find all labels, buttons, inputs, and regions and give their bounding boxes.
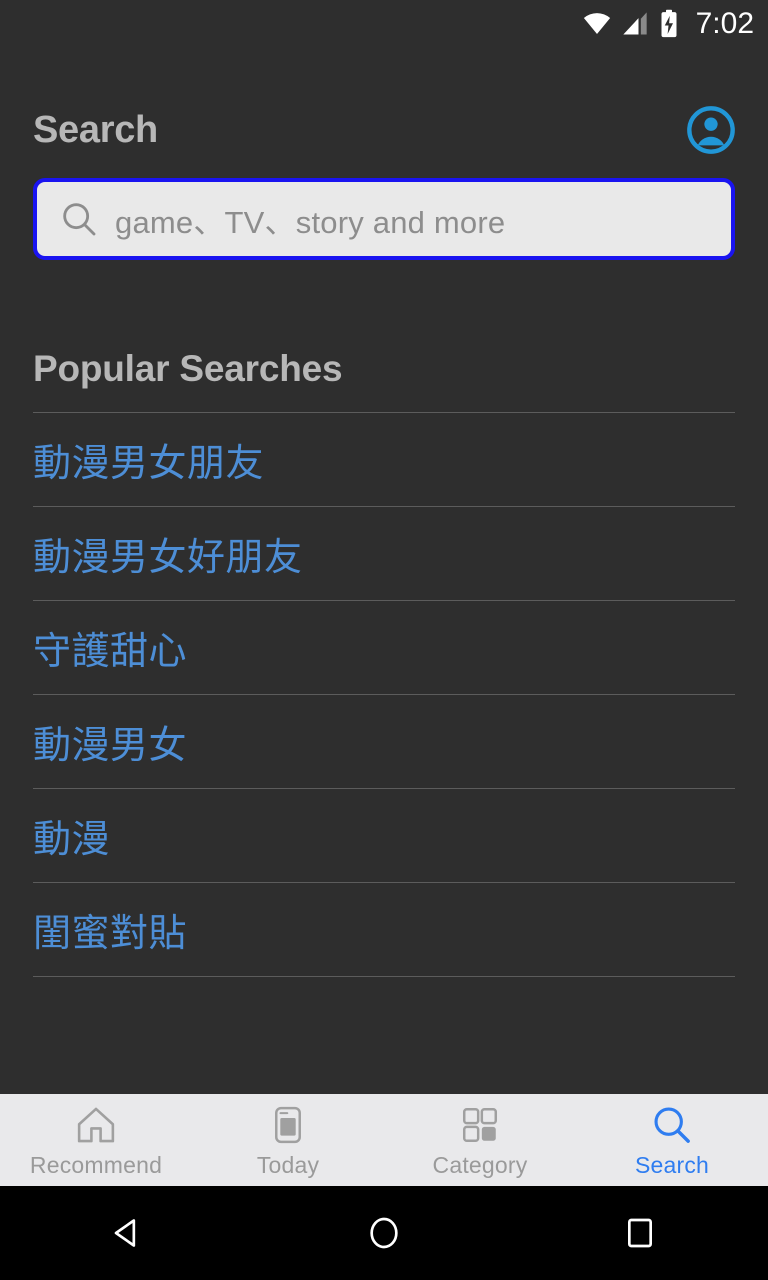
tab-label: Search	[634, 1151, 710, 1178]
popular-term: 閨蜜對貼	[33, 911, 188, 955]
recents-button[interactable]	[512, 1213, 768, 1253]
tab-recommend[interactable]: Recommend	[0, 1094, 192, 1186]
popular-term: 動漫男女好朋友	[33, 535, 303, 579]
list-item[interactable]: 動漫男女	[33, 695, 735, 788]
search-field-container: game、TV、story and more	[0, 178, 768, 260]
bottom-tab-bar: Recommend Today Category Search	[0, 1094, 768, 1186]
recents-square-icon	[627, 1218, 653, 1248]
account-circle-icon	[687, 106, 735, 154]
page-title: Search	[33, 108, 158, 151]
list-item[interactable]: 動漫男女朋友	[33, 413, 735, 506]
list-item[interactable]: 閨蜜對貼	[33, 883, 735, 976]
popular-term: 守護甜心	[33, 629, 188, 673]
status-bar-icons	[582, 9, 680, 39]
popular-term: 動漫男女	[33, 723, 188, 767]
tab-today[interactable]: Today	[192, 1094, 384, 1186]
back-triangle-icon	[114, 1219, 136, 1247]
home-button[interactable]	[256, 1213, 512, 1253]
tab-category[interactable]: Category	[384, 1094, 576, 1186]
back-button[interactable]	[0, 1213, 256, 1253]
popular-term: 動漫男女朋友	[33, 441, 265, 485]
tab-label: Recommend	[29, 1151, 163, 1178]
tab-search[interactable]: Search	[576, 1094, 768, 1186]
status-bar: 7:02	[0, 0, 768, 48]
search-icon	[63, 203, 96, 236]
search-input[interactable]: game、TV、story and more	[33, 178, 735, 260]
home-icon	[73, 1102, 119, 1148]
battery-charging-icon	[661, 9, 677, 38]
grid-squares-icon	[458, 1102, 502, 1148]
wifi-icon	[583, 13, 610, 35]
list-item[interactable]: 守護甜心	[33, 601, 735, 694]
device-card-icon	[266, 1102, 310, 1148]
system-navigation-bar	[0, 1186, 768, 1280]
page-header: Search	[0, 84, 768, 176]
status-bar-clock: 7:02	[695, 7, 754, 40]
cellular-signal-icon	[622, 12, 647, 35]
search-icon	[650, 1102, 694, 1148]
search-placeholder-text: game、TV、story and more	[115, 204, 506, 240]
tab-label: Category	[432, 1151, 528, 1178]
list-item[interactable]: 動漫	[33, 789, 735, 882]
tab-label: Today	[256, 1151, 320, 1178]
divider	[33, 976, 735, 977]
list-item[interactable]: 動漫男女好朋友	[33, 507, 735, 600]
account-button[interactable]	[686, 105, 736, 155]
home-circle-icon	[370, 1217, 398, 1249]
popular-searches-title: Popular Searches	[33, 348, 343, 389]
popular-searches-section: Popular Searches 動漫男女朋友 動漫男女好朋友 守護甜心 動漫男…	[0, 348, 768, 977]
popular-term: 動漫	[33, 817, 111, 861]
